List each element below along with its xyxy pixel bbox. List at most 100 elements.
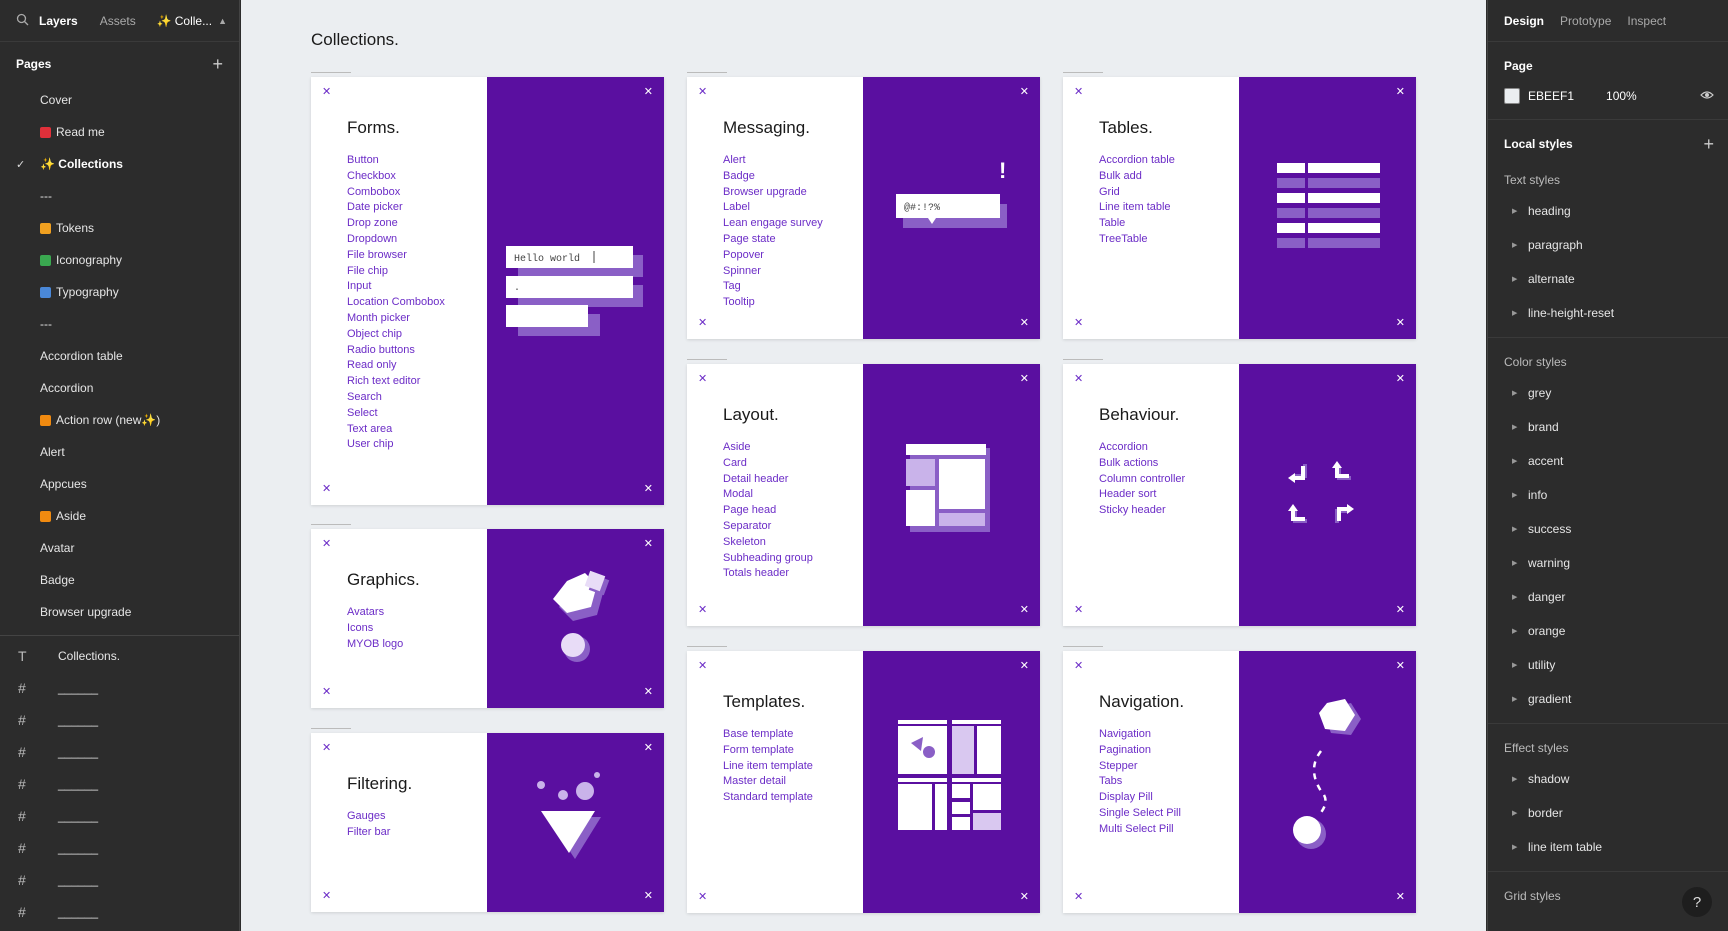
layer-item[interactable]: # ______ [0, 832, 239, 864]
collection-card-tables[interactable]: ✕ ✕ Tables. Accordion table Bulk add Grid Line… [1063, 72, 1416, 339]
component-link[interactable]: File browser [347, 248, 445, 264]
component-link[interactable]: Button [347, 153, 445, 169]
page-item[interactable]: Iconography [0, 244, 239, 276]
component-link[interactable]: Tooltip [723, 295, 823, 311]
component-link[interactable]: Browser upgrade [723, 185, 823, 201]
caret-right-icon[interactable]: ▶ [1512, 695, 1528, 703]
color-style-item[interactable]: ▶ info [1488, 478, 1728, 512]
page-selector[interactable]: ✨ Colle... ▲ [156, 14, 227, 28]
page-item[interactable]: ✓ ✨ Collections [0, 148, 239, 180]
component-link[interactable]: Radio buttons [347, 343, 445, 359]
component-link[interactable]: Card [723, 456, 813, 472]
component-link[interactable]: Tabs [1099, 774, 1181, 790]
component-link[interactable]: Single Select Pill [1099, 806, 1181, 822]
caret-right-icon[interactable]: ▶ [1512, 309, 1528, 317]
component-link[interactable]: Combobox [347, 185, 445, 201]
color-style-item[interactable]: ▶ accent [1488, 444, 1728, 478]
component-link[interactable]: Spinner [723, 264, 823, 280]
component-link[interactable]: Line item template [723, 759, 813, 775]
layer-item[interactable]: # ______ [0, 672, 239, 704]
component-link[interactable]: Page head [723, 503, 813, 519]
component-link[interactable]: Grid [1099, 185, 1175, 201]
page-item[interactable]: Alert [0, 436, 239, 468]
component-link[interactable]: Avatars [347, 605, 403, 621]
component-link[interactable]: Drop zone [347, 216, 445, 232]
component-link[interactable]: Badge [723, 169, 823, 185]
add-style-icon[interactable]: + [1703, 134, 1714, 155]
text-style-item[interactable]: ▶ alternate [1488, 262, 1728, 296]
component-link[interactable]: Accordion [1099, 440, 1185, 456]
component-link[interactable]: Accordion table [1099, 153, 1175, 169]
page-color-swatch[interactable] [1504, 88, 1520, 104]
component-link[interactable]: Multi Select Pill [1099, 822, 1181, 838]
caret-right-icon[interactable]: ▶ [1512, 843, 1528, 851]
collection-card-navigation[interactable]: ✕ ✕ Navigation. Navigation Pagination Stepper… [1063, 646, 1416, 913]
tab-design[interactable]: Design [1504, 14, 1544, 28]
component-link[interactable]: Checkbox [347, 169, 445, 185]
component-link[interactable]: Lean engage survey [723, 216, 823, 232]
collection-card-messaging[interactable]: ✕ ✕ Messaging. Alert Badge Browser upgrade Lab… [687, 72, 1040, 339]
collection-card-layout[interactable]: ✕ ✕ Layout. Aside Card Detail header Modal Page… [687, 359, 1040, 626]
page-item[interactable]: Read me [0, 116, 239, 148]
color-style-item[interactable]: ▶ danger [1488, 580, 1728, 614]
page-item[interactable]: Aside [0, 500, 239, 532]
component-link[interactable]: Month picker [347, 311, 445, 327]
component-link[interactable]: Line item table [1099, 200, 1175, 216]
page-item[interactable]: --- [0, 308, 239, 340]
caret-right-icon[interactable]: ▶ [1512, 809, 1528, 817]
page-item[interactable]: Typography [0, 276, 239, 308]
layer-item[interactable]: T Collections. [0, 640, 239, 672]
caret-right-icon[interactable]: ▶ [1512, 525, 1528, 533]
component-link[interactable]: Bulk add [1099, 169, 1175, 185]
effect-style-item[interactable]: ▶ border [1488, 796, 1728, 830]
component-link[interactable]: User chip [347, 437, 445, 453]
tab-assets[interactable]: Assets [100, 14, 136, 28]
page-item[interactable]: Browser upgrade [0, 596, 239, 628]
canvas-title[interactable]: Collections. [311, 30, 399, 50]
effect-style-item[interactable]: ▶ line item table [1488, 830, 1728, 864]
component-link[interactable]: Alert [723, 153, 823, 169]
component-link[interactable]: Date picker [347, 200, 445, 216]
page-item[interactable]: Badge [0, 564, 239, 596]
component-link[interactable]: Input [347, 279, 445, 295]
page-item[interactable]: Appcues [0, 468, 239, 500]
component-link[interactable]: Pagination [1099, 743, 1181, 759]
component-link[interactable]: Sticky header [1099, 503, 1185, 519]
color-style-item[interactable]: ▶ utility [1488, 648, 1728, 682]
tab-prototype[interactable]: Prototype [1560, 14, 1611, 28]
component-link[interactable]: TreeTable [1099, 232, 1175, 248]
canvas[interactable]: Collections. ✕ ✕ Forms. Button Checkbox Combo… [241, 0, 1486, 931]
color-style-item[interactable]: ▶ success [1488, 512, 1728, 546]
component-link[interactable]: Header sort [1099, 487, 1185, 503]
component-link[interactable]: Separator [723, 519, 813, 535]
page-item[interactable]: Accordion [0, 372, 239, 404]
collection-card-templates[interactable]: ✕ ✕ Templates. Base template Form template Li… [687, 646, 1040, 913]
color-style-item[interactable]: ▶ grey [1488, 376, 1728, 410]
caret-right-icon[interactable]: ▶ [1512, 389, 1528, 397]
component-link[interactable]: Icons [347, 621, 403, 637]
component-link[interactable]: Modal [723, 487, 813, 503]
caret-right-icon[interactable]: ▶ [1512, 627, 1528, 635]
component-link[interactable]: Tag [723, 279, 823, 295]
collection-card-graphics[interactable]: ✕ ✕ Graphics. Avatars Icons MYOB logo ✕ ✕ [311, 524, 664, 708]
component-link[interactable]: Base template [723, 727, 813, 743]
component-link[interactable]: Popover [723, 248, 823, 264]
color-style-item[interactable]: ▶ warning [1488, 546, 1728, 580]
layer-item[interactable]: # ______ [0, 800, 239, 832]
caret-right-icon[interactable]: ▶ [1512, 593, 1528, 601]
layer-item[interactable]: # ______ [0, 736, 239, 768]
component-link[interactable]: MYOB logo [347, 637, 403, 653]
component-link[interactable]: Select [347, 406, 445, 422]
caret-right-icon[interactable]: ▶ [1512, 775, 1528, 783]
component-link[interactable]: Form template [723, 743, 813, 759]
caret-right-icon[interactable]: ▶ [1512, 207, 1528, 215]
page-item[interactable]: Accordion table [0, 340, 239, 372]
component-link[interactable]: Navigation [1099, 727, 1181, 743]
caret-right-icon[interactable]: ▶ [1512, 241, 1528, 249]
color-style-item[interactable]: ▶ orange [1488, 614, 1728, 648]
page-item[interactable]: Cover [0, 84, 239, 116]
eye-icon[interactable] [1700, 89, 1714, 103]
component-link[interactable]: Table [1099, 216, 1175, 232]
component-link[interactable]: File chip [347, 264, 445, 280]
caret-right-icon[interactable]: ▶ [1512, 661, 1528, 669]
